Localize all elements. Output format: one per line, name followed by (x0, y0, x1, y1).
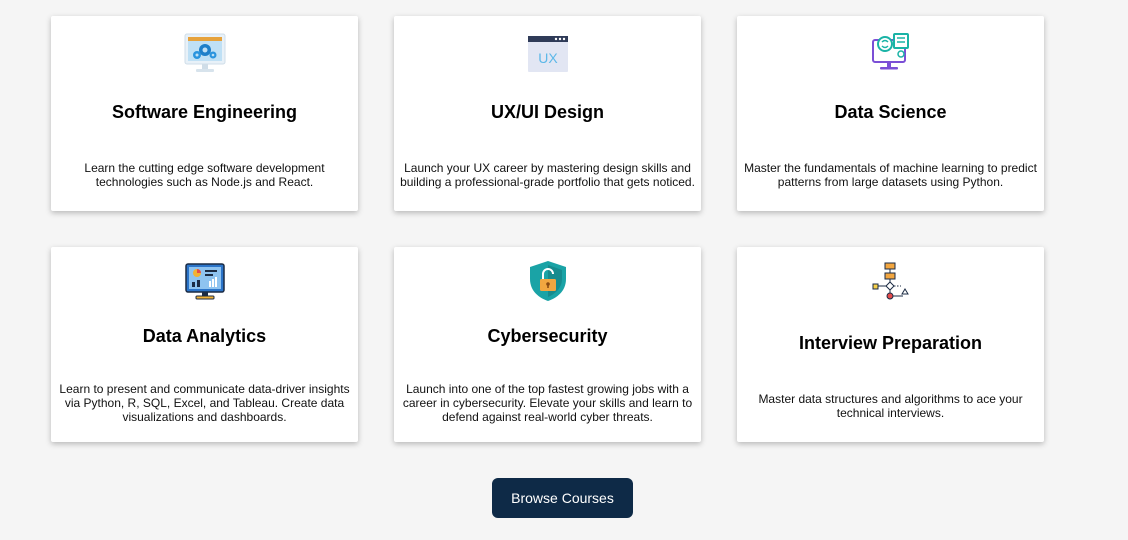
course-title: Interview Preparation (798, 333, 983, 353)
course-description: Master the fundamentals of machine learn… (744, 161, 1037, 189)
ux-window-icon: UX (527, 36, 568, 72)
course-title: UX/UI Design (490, 102, 605, 122)
course-description: Launch your UX career by mastering desig… (400, 161, 695, 189)
monitor-gears-icon (184, 33, 225, 72)
course-card-software-engineering[interactable]: Software Engineering Learn the cutting e… (51, 16, 358, 211)
course-title: Software Engineering (111, 102, 298, 122)
course-description: Master data structures and algorithms to… (758, 392, 1023, 420)
browse-courses-button[interactable]: Browse Courses (492, 478, 633, 518)
course-card-data-analytics[interactable]: Data Analytics Learn to present and comm… (51, 247, 358, 442)
course-card-cybersecurity[interactable]: Cybersecurity Launch into one of the top… (394, 247, 701, 442)
course-card-data-science[interactable]: Data Science Master the fundamentals of … (737, 16, 1044, 211)
brain-computer-icon (871, 33, 909, 70)
course-card-interview-preparation[interactable]: Interview Preparation Master data struct… (737, 247, 1044, 442)
flowchart-icon (872, 262, 909, 300)
course-title: Data Analytics (142, 326, 267, 346)
course-description: Learn the cutting edge software developm… (84, 161, 325, 189)
analytics-dashboard-icon (184, 263, 225, 300)
shield-lock-icon (529, 261, 566, 301)
course-title: Cybersecurity (487, 326, 608, 346)
course-title: Data Science (834, 102, 947, 122)
courses-section: Software Engineering Learn the cutting e… (0, 0, 1128, 540)
svg-text:UX: UX (538, 50, 558, 66)
course-description: Learn to present and communicate data-dr… (59, 382, 350, 424)
course-description: Launch into one of the top fastest growi… (402, 382, 693, 424)
course-card-ux-ui-design[interactable]: UX UX/UI Design Launch your UX career by… (394, 16, 701, 211)
